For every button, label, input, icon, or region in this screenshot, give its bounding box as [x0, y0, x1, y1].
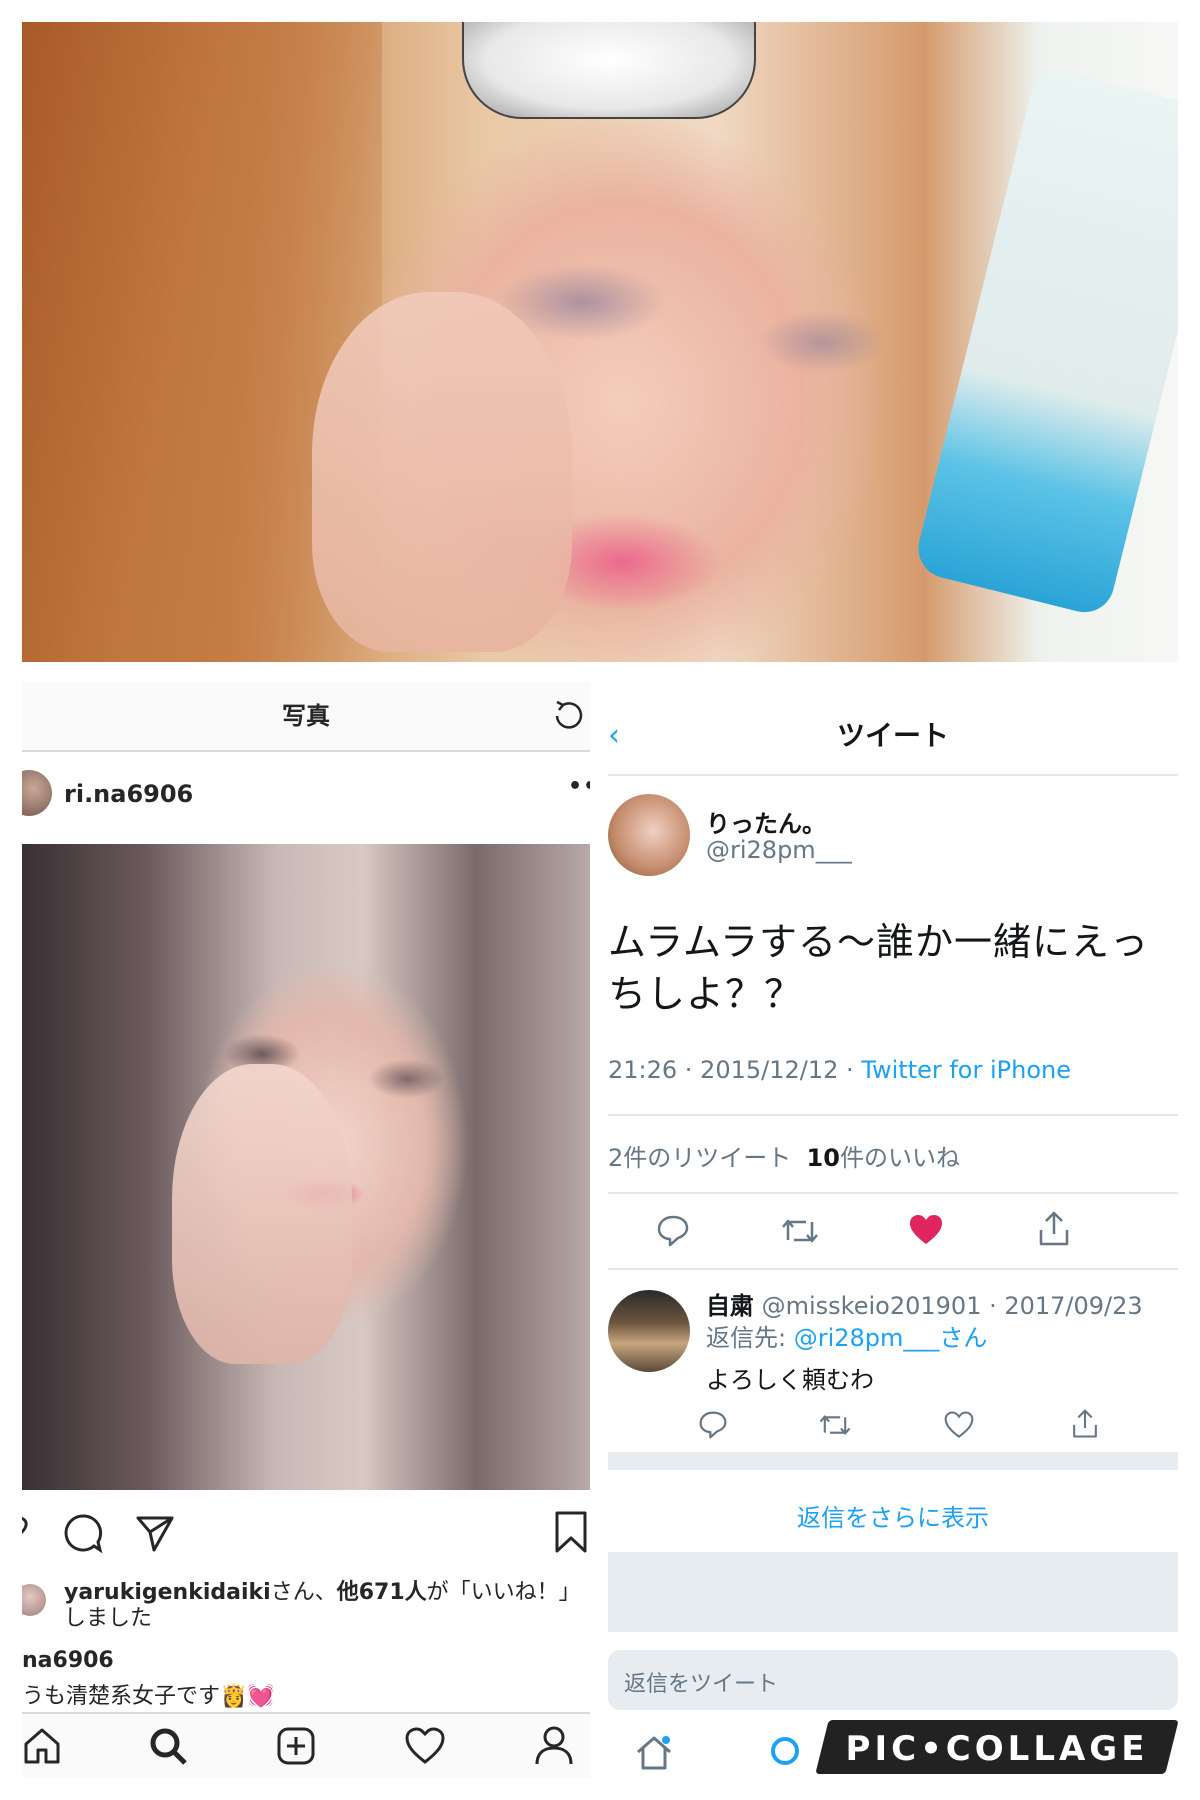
avatar[interactable]: [22, 770, 52, 816]
instagram-screenshot: 写真 ri.na6906 •• yarukigenkidaikiさん、他671人…: [22, 682, 590, 1778]
avatar[interactable]: [608, 794, 690, 876]
ig-post-actions: [22, 1508, 590, 1560]
like-icon[interactable]: [944, 1410, 974, 1440]
search-icon[interactable]: [148, 1726, 188, 1766]
ig-likes-text[interactable]: yarukigenkidaikiさん、他671人が「いいね！」しました: [64, 1580, 584, 1632]
reply-input-placeholder[interactable]: 返信をツイート: [624, 1666, 778, 1698]
reply-actions: [698, 1402, 1178, 1448]
tweet-stats: 2件のリツイート 10件のいいね: [608, 1138, 960, 1173]
tw-handle[interactable]: @ri28pm___: [706, 836, 852, 864]
explore-icon[interactable]: [768, 1734, 808, 1774]
reply-header: 自粛 @misskeio201901 · 2017/09/23: [706, 1286, 1143, 1321]
like-icon[interactable]: [908, 1212, 944, 1248]
comment-icon[interactable]: [62, 1512, 104, 1554]
divider: [608, 1268, 1178, 1270]
add-icon[interactable]: [276, 1726, 316, 1766]
bottle-shape: [912, 65, 1178, 619]
share-icon[interactable]: [134, 1512, 176, 1554]
retweet-label[interactable]: 件のリツイート: [623, 1144, 791, 1172]
watermark-text: PIC•COLLAGE: [845, 1729, 1149, 1769]
reply-avatar[interactable]: [608, 1290, 690, 1372]
hand-shape: [312, 292, 572, 652]
liker-avatar: [22, 1584, 46, 1616]
caption-text: うも清楚系女子です👸💓: [22, 1684, 275, 1709]
tweet-client-link[interactable]: Twitter for iPhone: [861, 1056, 1071, 1084]
activity-icon[interactable]: [404, 1726, 446, 1766]
twitter-screenshot: ‹ ツイート りったん。 @ri28pm___ ムラムラする〜誰か一緒にえっちし…: [608, 682, 1178, 1778]
home-icon[interactable]: [634, 1732, 674, 1772]
reply-icon[interactable]: [656, 1214, 690, 1248]
section-gap: [608, 1452, 1178, 1470]
divider: [608, 1114, 1178, 1116]
top-selfie-photo: [22, 22, 1178, 662]
retweet-icon[interactable]: [780, 1214, 820, 1248]
bookmark-icon[interactable]: [554, 1510, 588, 1554]
like-label[interactable]: 件のいいね: [840, 1144, 960, 1172]
share-icon[interactable]: [1070, 1408, 1100, 1440]
reply-to-user[interactable]: @ri28pm___さん: [794, 1324, 988, 1352]
tweet-meta: 21:26 · 2015/12/12 · Twitter for iPhone: [608, 1056, 1071, 1084]
retweet-count[interactable]: 2: [608, 1144, 623, 1172]
ig-tab-bar: [22, 1714, 590, 1778]
home-icon[interactable]: [22, 1726, 62, 1766]
reply-handle-date[interactable]: @misskeio201901 · 2017/09/23: [754, 1292, 1143, 1320]
sticker-decoration: [462, 22, 756, 119]
tw-display-name[interactable]: りったん。: [706, 804, 826, 839]
tweet-timestamp: 21:26 · 2015/12/12 ·: [608, 1056, 862, 1084]
heart-icon[interactable]: [22, 1512, 38, 1552]
liker-username[interactable]: yarukigenkidaiki: [64, 1580, 271, 1605]
ig-header-title: 写真: [282, 702, 330, 730]
section-gap: [608, 1552, 1178, 1632]
tweet-text: ムラムラする〜誰か一緒にえっちしよ？？: [608, 920, 1150, 1016]
tw-page-title: ツイート: [836, 719, 949, 752]
share-icon[interactable]: [1036, 1210, 1072, 1248]
retweet-icon[interactable]: [818, 1410, 852, 1440]
like-count[interactable]: 10: [807, 1144, 840, 1172]
refresh-icon[interactable]: [549, 696, 589, 736]
reply-to-label: 返信先:: [706, 1324, 794, 1352]
ig-username[interactable]: ri.na6906: [64, 774, 193, 814]
likes-suffix: さん、: [270, 1580, 337, 1605]
ig-post-photo[interactable]: [22, 844, 590, 1490]
show-more-replies-link[interactable]: 返信をさらに表示: [608, 1498, 1178, 1533]
reply-text: よろしく頼むわ: [706, 1366, 874, 1394]
reply-display-name[interactable]: 自粛: [706, 1292, 754, 1320]
reply-to-line: 返信先: @ri28pm___さん: [706, 1318, 987, 1353]
caption-username[interactable]: na6906: [22, 1648, 114, 1673]
hand-shape: [172, 1064, 352, 1364]
reply-icon[interactable]: [698, 1410, 728, 1440]
more-options-button[interactable]: ••: [568, 774, 590, 799]
tweet-actions: [608, 1194, 1178, 1268]
profile-icon[interactable]: [534, 1724, 574, 1766]
likes-others[interactable]: 他671人: [337, 1580, 427, 1605]
